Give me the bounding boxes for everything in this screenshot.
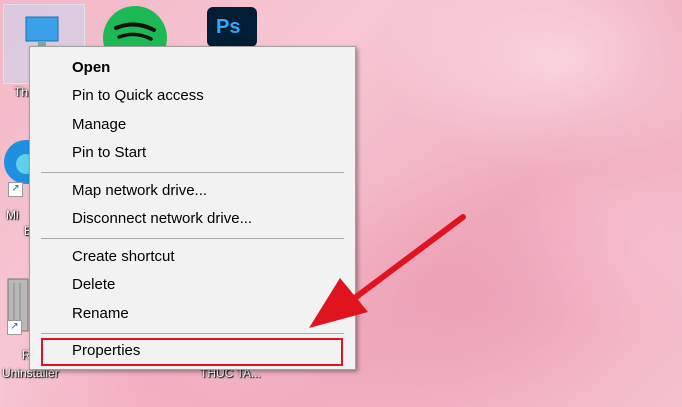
menu-item-disconnect-network-drive[interactable]: Disconnect network drive... (41, 206, 346, 232)
menu-item-rename[interactable]: Rename (41, 301, 346, 327)
menu-item-pin-quick-access[interactable]: Pin to Quick access (41, 83, 346, 109)
menu-separator (41, 238, 344, 239)
context-menu: Open Pin to Quick access Manage Pin to S… (29, 46, 356, 370)
menu-item-open[interactable]: Open (41, 55, 346, 81)
edge-icon[interactable]: ↗ Mi E (2, 138, 48, 238)
menu-item-pin-start[interactable]: Pin to Start (41, 140, 346, 166)
shortcut-arrow-icon: ↗ (8, 182, 23, 197)
shortcut-arrow-icon: ↗ (7, 320, 22, 335)
edge-logo-icon (4, 140, 48, 184)
monitor-icon (25, 16, 59, 46)
spotify-icon[interactable] (102, 6, 168, 70)
menu-item-label: Rename (72, 305, 129, 322)
menu-item-label: Pin to Quick access (72, 87, 204, 104)
menu-item-label: Create shortcut (72, 248, 175, 265)
menu-item-delete[interactable]: Delete (41, 272, 346, 298)
spotify-logo-icon (103, 6, 167, 70)
menu-item-manage[interactable]: Manage (41, 112, 346, 138)
photoshop-glyph: Ps (216, 16, 241, 38)
properties-highlight-box (41, 338, 343, 366)
menu-item-label: Disconnect network drive... (72, 210, 253, 227)
menu-item-label: Pin to Start (72, 144, 147, 161)
menu-item-map-network-drive[interactable]: Map network drive... (41, 178, 346, 204)
menu-item-label: Delete (72, 276, 116, 293)
menu-item-label: Open (72, 59, 111, 76)
menu-item-label: Map network drive... (72, 182, 208, 199)
menu-separator (41, 172, 344, 173)
photoshop-icon[interactable]: Ps (207, 7, 257, 47)
menu-separator (41, 333, 344, 334)
menu-item-create-shortcut[interactable]: Create shortcut (41, 244, 346, 270)
menu-item-label: Manage (72, 116, 127, 133)
this-pc-label: Th (14, 85, 29, 99)
edge-label-line1: Mi (6, 208, 19, 222)
